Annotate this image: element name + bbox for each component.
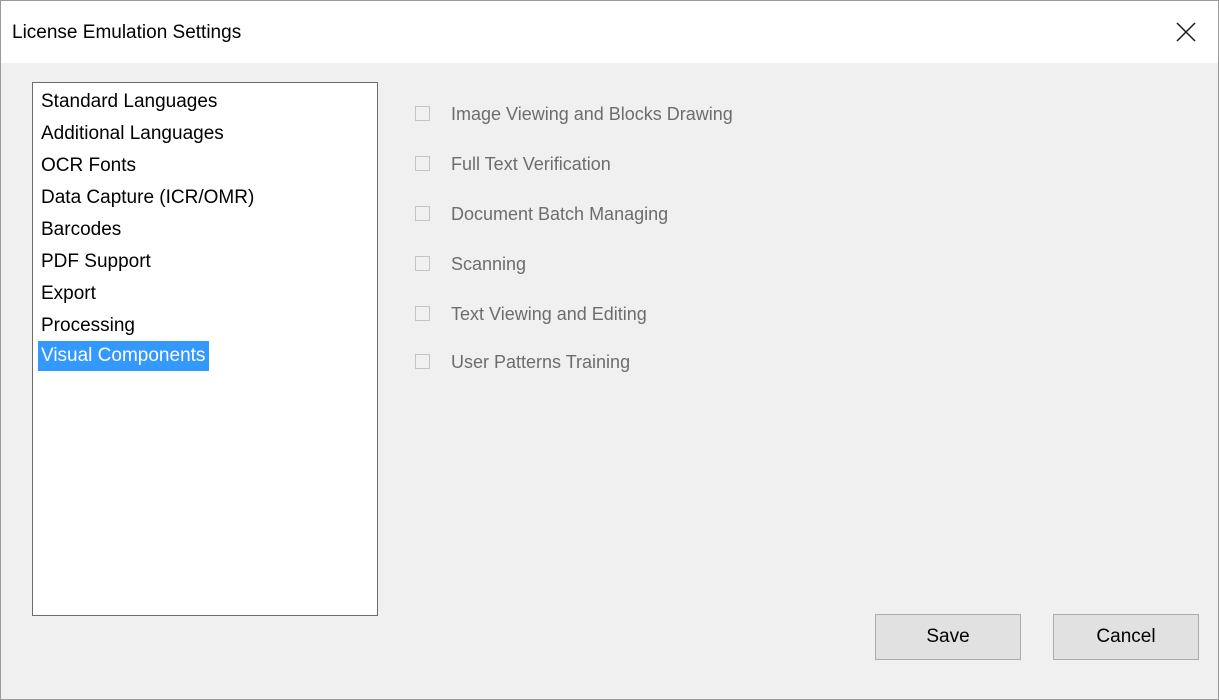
list-item-label: Additional Languages — [41, 123, 224, 144]
list-item-barcodes[interactable]: Barcodes — [38, 215, 125, 245]
list-item-export[interactable]: Export — [38, 279, 100, 309]
list-item-pdf-support[interactable]: PDF Support — [38, 247, 155, 277]
checkbox[interactable] — [415, 354, 430, 369]
list-item-ocr-fonts[interactable]: OCR Fonts — [38, 151, 140, 181]
list-item-label: Data Capture (ICR/OMR) — [41, 187, 255, 208]
list-item-label: Standard Languages — [41, 91, 218, 112]
option-label: Full Text Verification — [451, 154, 611, 174]
license-emulation-dialog: License Emulation Settings Standard Lang… — [0, 0, 1219, 700]
list-item-label: OCR Fonts — [41, 155, 137, 176]
category-list[interactable]: Standard Languages Additional Languages … — [32, 82, 378, 616]
list-item-label: Visual Components — [41, 345, 206, 366]
list-item-label: PDF Support — [41, 251, 151, 272]
option-label: Image Viewing and Blocks Drawing — [451, 104, 733, 124]
close-icon — [1176, 22, 1196, 42]
list-item-additional-languages[interactable]: Additional Languages — [38, 119, 228, 149]
save-button[interactable]: Save — [875, 614, 1021, 660]
list-item-data-capture[interactable]: Data Capture (ICR/OMR) — [38, 183, 258, 213]
checkbox[interactable] — [415, 156, 430, 171]
cancel-button[interactable]: Cancel — [1053, 614, 1199, 660]
title-bar: License Emulation Settings — [1, 1, 1218, 63]
list-item-label: Export — [41, 283, 96, 304]
list-item-label: Barcodes — [41, 219, 122, 240]
list-item-visual-components[interactable]: Visual Components — [38, 341, 210, 371]
checkbox[interactable] — [415, 106, 430, 121]
option-label: Text Viewing and Editing — [451, 304, 647, 324]
list-item-standard-languages[interactable]: Standard Languages — [38, 87, 221, 117]
option-label: Scanning — [451, 254, 527, 274]
list-item-processing[interactable]: Processing — [38, 311, 139, 341]
list-item-label: Processing — [41, 315, 135, 336]
checkbox[interactable] — [415, 206, 430, 221]
window-title: License Emulation Settings — [12, 22, 242, 43]
option-label: User Patterns Training — [451, 352, 631, 372]
checkbox[interactable] — [415, 306, 430, 321]
checkbox[interactable] — [415, 256, 430, 271]
close-button[interactable] — [1156, 1, 1218, 63]
option-label: Document Batch Managing — [451, 204, 669, 224]
